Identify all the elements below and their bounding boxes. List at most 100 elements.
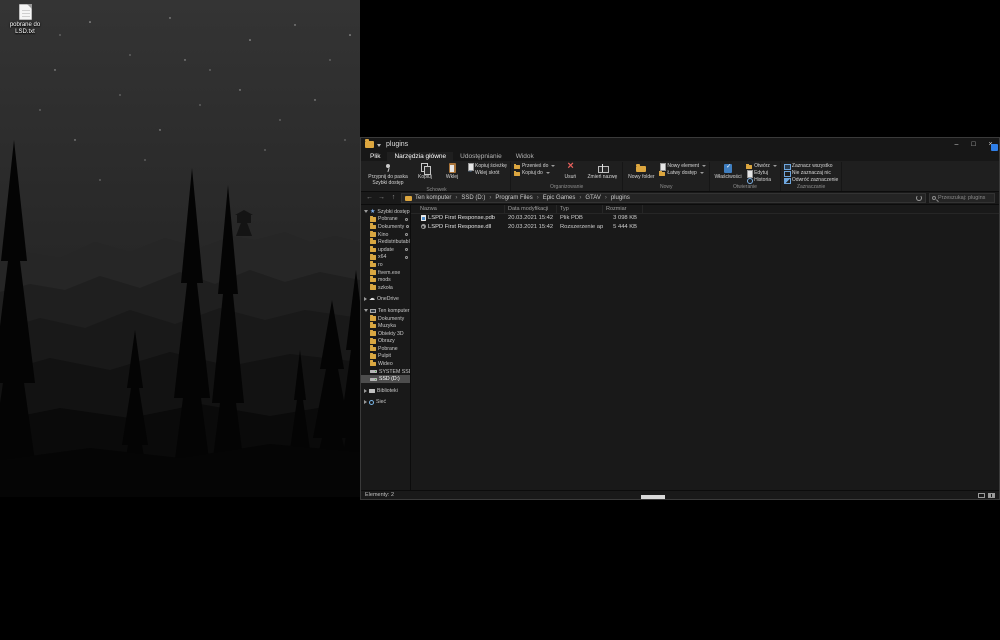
chevron-down-icon[interactable] [364, 309, 368, 312]
sidebar-item-siec[interactable]: Sieć [361, 399, 410, 407]
sidebar-item-update[interactable]: update [361, 246, 410, 254]
sidebar-item-ssd-d[interactable]: SSD (D:) [361, 375, 410, 383]
sidebar-item-pobrane[interactable]: Pobrane [361, 216, 410, 224]
desktop-icon-txt-file[interactable]: pobrane do LSD.txt [2, 4, 48, 36]
maximize-button[interactable]: □ [965, 138, 982, 151]
easy-access-button[interactable]: Łatwy dostęp [659, 170, 706, 176]
column-header-name[interactable]: Nazwa [417, 205, 505, 213]
chevron-right-icon[interactable] [364, 400, 367, 404]
select-none-icon [784, 170, 790, 176]
address-field[interactable]: Ten komputer › SSD (D:) › Program Files … [401, 193, 926, 203]
blue-app-icon[interactable] [991, 144, 998, 151]
sidebar-item-pc-pulpit[interactable]: Pulpit [361, 353, 410, 361]
search-box[interactable] [929, 193, 995, 203]
label: Przenieś do [522, 163, 548, 169]
large-icons-view-button[interactable] [988, 493, 995, 498]
label: Właściwości [714, 175, 741, 181]
titlebar[interactable]: plugins – □ × [361, 138, 999, 151]
sidebar-item-dokumenty[interactable]: Dokumenty [361, 223, 410, 231]
breadcrumb-gtav[interactable]: GTAV [584, 195, 601, 201]
breadcrumb-ssd-d[interactable]: SSD (D:) [460, 195, 486, 201]
sidebar-item-pc-wideo[interactable]: Wideo [361, 360, 410, 368]
search-input[interactable] [938, 195, 992, 201]
label: Łatwy dostęp [667, 170, 696, 176]
sidebar-item-pc-pobrane[interactable]: Pobrane [361, 345, 410, 353]
network-icon [369, 400, 374, 405]
back-button[interactable]: ← [365, 193, 374, 203]
sidebar-item-onedrive[interactable]: ☁ OneDrive [361, 296, 410, 304]
sidebar-item-szkola[interactable]: szkoła [361, 284, 410, 292]
column-header-size[interactable]: Rozmiar [603, 205, 643, 213]
column-header-type[interactable]: Typ [557, 205, 603, 213]
move-to-button[interactable]: Przenieś do [514, 163, 555, 169]
sidebar-item-fivem[interactable]: fivem.exe [361, 269, 410, 277]
breadcrumb-plugins[interactable]: plugins [610, 195, 631, 201]
breadcrumb-ten-komputer[interactable]: Ten komputer [414, 195, 452, 201]
desktop-wallpaper: pobrane do LSD.txt [0, 0, 360, 497]
copy-button[interactable]: Kopiuj [413, 162, 437, 187]
quick-access-toolbar-chevron-icon[interactable] [377, 144, 381, 147]
open-button[interactable]: Otwórz [746, 163, 777, 169]
pin-to-quick-access-button[interactable]: Przypnij do paska Szybki dostęp [366, 162, 410, 187]
folder-icon [370, 324, 376, 329]
tab-home[interactable]: Narzędzia główne [387, 152, 453, 161]
invert-selection-button[interactable]: Odwróć zaznaczenie [784, 177, 838, 183]
edit-button[interactable]: Edytuj [746, 170, 777, 176]
details-view-button[interactable] [978, 493, 985, 498]
chevron-right-icon[interactable] [364, 297, 367, 301]
paste-button[interactable]: Wklej [440, 162, 464, 187]
breadcrumb-epic-games[interactable]: Epic Games [542, 195, 577, 201]
history-button[interactable]: Historia [746, 177, 777, 183]
taskbar-peek[interactable] [641, 495, 665, 499]
new-item-button[interactable]: Nowy element [659, 163, 706, 169]
tab-file[interactable]: Plik [363, 152, 387, 161]
new-folder-button[interactable]: Nowy folder [626, 162, 656, 184]
up-button[interactable]: ↑ [389, 193, 398, 203]
forward-button[interactable]: → [377, 193, 386, 203]
label: Zmień nazwę [588, 175, 618, 181]
minimize-button[interactable]: – [948, 138, 965, 151]
sidebar-item-pc-obrazy[interactable]: Obrazy [361, 338, 410, 346]
folder-icon [370, 240, 376, 245]
sidebar-item-ro[interactable]: ro [361, 261, 410, 269]
rename-button[interactable]: Zmień nazwę [585, 162, 619, 184]
chevron-down-icon[interactable] [364, 210, 368, 213]
column-header-date-modified[interactable]: Data modyfikacji [505, 205, 557, 213]
tab-view[interactable]: Widok [509, 152, 541, 161]
file-name: LSPD First Response.dll [428, 224, 491, 230]
sidebar-item-pc-obiekty-3d[interactable]: Obiekty 3D [361, 330, 410, 338]
select-all-button[interactable]: Zaznacz wszystko [784, 163, 838, 169]
breadcrumb-program-files[interactable]: Program Files [494, 195, 533, 201]
refresh-icon[interactable] [916, 195, 922, 201]
sidebar-item-quick-access[interactable]: ★ Szybki dostęp [361, 208, 410, 216]
sidebar-item-system-ssd-c[interactable]: SYSTEM SSD (C:) [361, 368, 410, 376]
sidebar-item-x64[interactable]: x64 [361, 254, 410, 262]
pin-icon [405, 233, 408, 236]
label: Sieć [376, 399, 386, 405]
paste-shortcut-button[interactable]: Wklej skrót [467, 170, 507, 176]
file-row-pdb[interactable]: LSPD First Response.pdb 20.03.2021 15:42… [411, 214, 999, 223]
chevron-right-icon[interactable] [364, 389, 367, 393]
open-icon [746, 163, 752, 169]
label: Wklej [446, 175, 458, 181]
label: Nowy element [667, 163, 699, 169]
edit-icon [746, 170, 752, 176]
ribbon-group-open: Właściwości Otwórz Edytuj [710, 162, 781, 191]
delete-button[interactable]: Usuń [558, 162, 582, 184]
tab-share[interactable]: Udostępnianie [453, 152, 509, 161]
folder-icon [405, 196, 412, 201]
select-none-button[interactable]: Nie zaznaczaj nic [784, 170, 838, 176]
sidebar-item-pc-muzyka[interactable]: Muzyka [361, 322, 410, 330]
group-title-open: Otwieranie [713, 184, 777, 191]
sidebar-item-kino[interactable]: Kino [361, 231, 410, 239]
sidebar-item-pc-dokumenty[interactable]: Dokumenty [361, 315, 410, 323]
label: update [378, 247, 394, 253]
file-row-dll[interactable]: LSPD First Response.dll 20.03.2021 15:42… [411, 223, 999, 232]
sidebar-item-redistributable[interactable]: Redistributable [361, 238, 410, 246]
sidebar-item-biblioteki[interactable]: Biblioteki [361, 387, 410, 395]
properties-button[interactable]: Właściwości [713, 162, 743, 184]
copy-to-button[interactable]: Kopiuj do [514, 170, 555, 176]
sidebar-item-mods[interactable]: mods [361, 276, 410, 284]
sidebar-item-this-pc[interactable]: Ten komputer [361, 307, 410, 315]
folder-icon [370, 248, 376, 253]
